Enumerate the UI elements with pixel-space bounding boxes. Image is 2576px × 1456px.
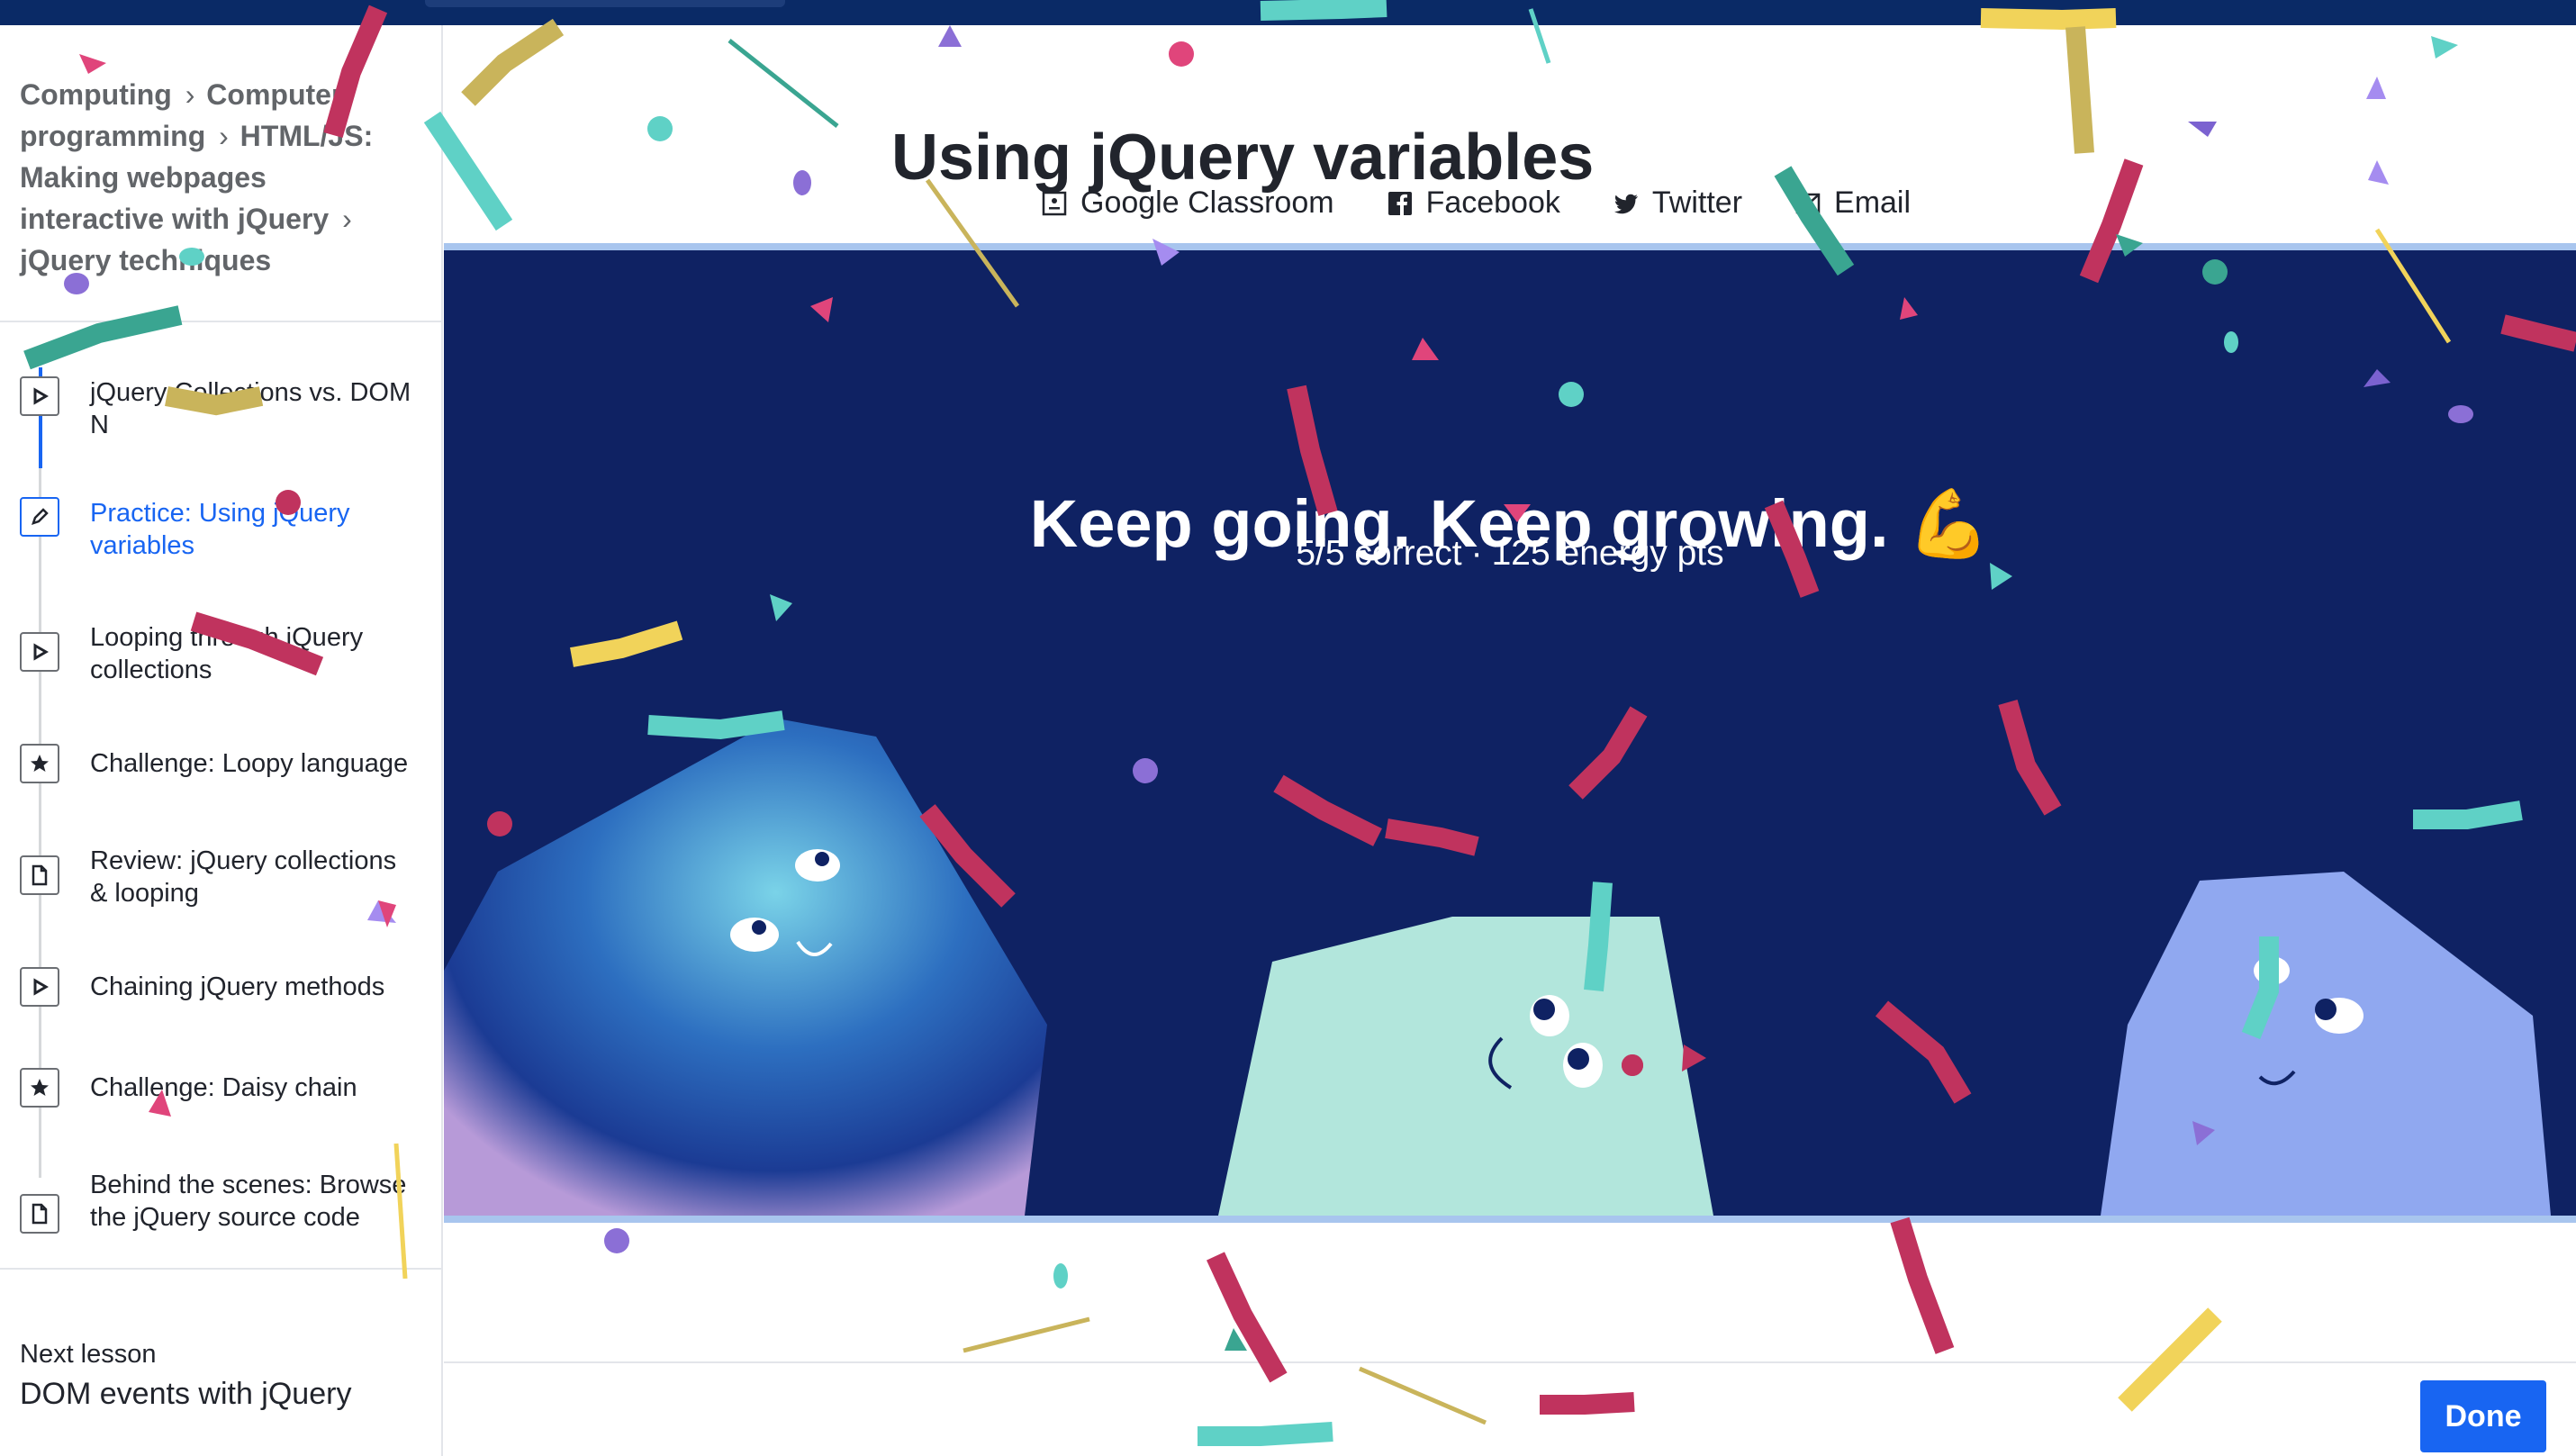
celebration-illustration <box>444 719 2551 1216</box>
lesson-item-label: Looping through jQuery collections <box>90 623 364 684</box>
confetti-streamer <box>1198 1422 1333 1446</box>
confetti-triangle <box>2431 36 2458 59</box>
footer-divider <box>444 1361 2576 1363</box>
next-lesson-title[interactable]: DOM events with jQuery <box>20 1377 351 1412</box>
confetti-dot <box>1053 1263 1068 1289</box>
play-icon <box>20 632 59 672</box>
next-lesson-caption: Next lesson <box>20 1340 157 1369</box>
share-facebook[interactable]: Facebook <box>1387 185 1560 221</box>
breadcrumb-jquery-techniques[interactable]: jQuery techniques <box>20 244 271 276</box>
share-google-classroom[interactable]: Google Classroom <box>1041 185 1334 221</box>
search-bar-edge[interactable] <box>425 0 785 7</box>
done-button[interactable]: Done <box>2420 1380 2546 1452</box>
confetti-triangle <box>938 25 962 47</box>
google-classroom-icon <box>1042 191 1067 215</box>
share-label: Twitter <box>1651 185 1743 220</box>
blue-rock-character <box>444 719 1047 1216</box>
breadcrumb-separator: › <box>185 78 195 111</box>
confetti-dot <box>1169 41 1194 67</box>
twitter-icon <box>1613 194 1638 213</box>
facebook-icon <box>1387 191 1412 215</box>
confetti-streamer <box>2118 1307 2222 1412</box>
breadcrumb-separator: › <box>342 203 352 235</box>
share-label: Google Classroom <box>1080 185 1334 220</box>
confetti-line <box>1359 1366 1487 1425</box>
confetti-dot <box>604 1228 629 1253</box>
confetti-line <box>728 39 839 128</box>
confetti-triangle <box>1225 1328 1247 1351</box>
share-label: Email <box>1834 185 1912 220</box>
confetti-streamer <box>1207 1252 1288 1383</box>
confetti-triangle <box>2188 122 2217 137</box>
page-title: Using jQuery variables <box>891 122 1595 194</box>
confetti-streamer <box>423 111 513 231</box>
document-icon <box>20 855 59 895</box>
lesson-sidebar: Computing › Computer programming › HTML/… <box>0 25 443 1456</box>
lavender-rock-character <box>2101 872 2551 1216</box>
confetti-streamer <box>461 18 565 106</box>
breadcrumb-computing[interactable]: Computing <box>20 78 172 111</box>
share-email[interactable]: Email <box>1794 185 1911 221</box>
email-icon <box>1795 193 1821 213</box>
lesson-item-label: Challenge: Daisy chain <box>90 1073 357 1102</box>
sidebar-divider <box>0 1268 441 1270</box>
confetti-triangle <box>2366 77 2386 99</box>
lesson-item-label: Behind the scenes: Browse the jQuery sou… <box>90 1171 407 1232</box>
lesson-item-label: Challenge: Loopy language <box>90 749 409 778</box>
confetti-streamer <box>1890 1216 1955 1354</box>
play-icon <box>20 967 59 1007</box>
next-lesson[interactable]: Next lesson DOM events with jQuery <box>20 1340 351 1412</box>
share-label: Facebook <box>1425 185 1560 220</box>
star-icon <box>20 744 59 783</box>
lesson-item-label: Chaining jQuery methods <box>90 972 385 1001</box>
confetti-streamer <box>2065 26 2094 154</box>
top-navigation-bar <box>0 0 2576 25</box>
pencil-icon <box>20 497 59 537</box>
play-icon <box>20 376 59 416</box>
result-summary: 5/5 correct · 125 energy pts <box>444 534 2576 574</box>
score-text: 5/5 correct <box>1296 534 1462 573</box>
breadcrumb-separator: › <box>219 120 229 152</box>
star-icon <box>20 1068 59 1108</box>
share-twitter[interactable]: Twitter <box>1613 185 1742 221</box>
share-row: Google Classroom Facebook Twitter Email <box>1041 185 1911 221</box>
document-icon <box>20 1194 59 1234</box>
confetti-dot <box>647 116 673 141</box>
sidebar-divider <box>0 321 441 322</box>
energy-points-text: 125 energy pts <box>1491 534 1724 573</box>
lesson-item-label: Practice: Using jQuery variables <box>90 499 350 560</box>
confetti-dot <box>793 170 811 195</box>
confetti-streamer <box>1540 1392 1635 1415</box>
completion-banner: Keep going. Keep growing. 💪 5/5 correct ·… <box>444 243 2576 1223</box>
breadcrumb: Computing › Computer programming › HTML/… <box>20 74 407 281</box>
confetti-line <box>963 1316 1090 1353</box>
lesson-item-label: Review: jQuery collections & looping <box>90 846 397 908</box>
mint-rock-character <box>1218 917 1713 1216</box>
confetti-triangle <box>2368 160 2389 185</box>
lesson-item-label: jQuery Collections vs. DOM N <box>90 378 411 439</box>
separator: · <box>1470 534 1483 573</box>
